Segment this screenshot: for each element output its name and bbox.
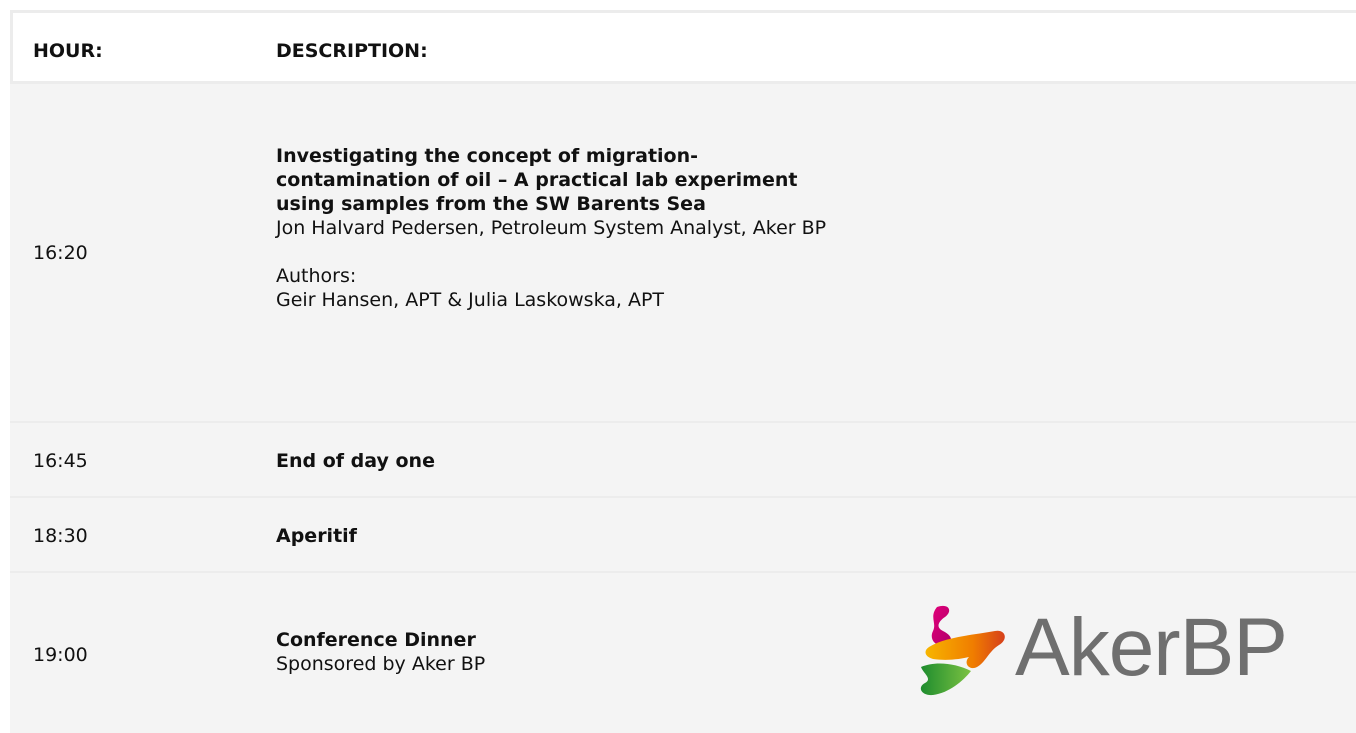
row-description: Conference Dinner Sponsored by Aker BP [276, 628, 836, 676]
hour-column-header: HOUR: [33, 40, 103, 62]
description-column-header: DESCRIPTION: [276, 40, 428, 62]
table-row: 16:45 End of day one [10, 423, 1356, 498]
row-hour: 19:00 [33, 644, 88, 666]
akerbp-ribbon-icon [920, 605, 1005, 696]
row-description: Aperitif [276, 524, 836, 548]
speaker-name: Jon Halvard Pedersen, Petroleum System A… [276, 217, 827, 239]
table-row: 18:30 Aperitif [10, 498, 1356, 573]
schedule-table: HOUR: DESCRIPTION: 16:20 Investigating t… [10, 10, 1356, 733]
table-header: HOUR: DESCRIPTION: [10, 10, 1356, 84]
table-row: 19:00 Conference Dinner Sponsored by Ake… [10, 573, 1356, 733]
sponsor-text: Sponsored by Aker BP [276, 653, 486, 675]
row-description: Investigating the concept of migration-c… [276, 144, 836, 312]
table-row: 16:20 Investigating the concept of migra… [10, 84, 1356, 423]
akerbp-logo-text: AkerBP [1015, 602, 1288, 693]
event-title: Conference Dinner [276, 629, 476, 651]
row-hour: 16:45 [33, 450, 88, 472]
authors-list: Geir Hansen, APT & Julia Laskowska, APT [276, 289, 665, 311]
talk-title: Investigating the concept of migration-c… [276, 145, 798, 215]
akerbp-logo: AkerBP [915, 601, 1335, 701]
row-hour: 18:30 [33, 525, 88, 547]
row-description: End of day one [276, 449, 836, 473]
event-title: Aperitif [276, 525, 357, 547]
authors-label: Authors: [276, 265, 357, 287]
row-hour: 16:20 [33, 242, 88, 264]
event-title: End of day one [276, 450, 435, 472]
